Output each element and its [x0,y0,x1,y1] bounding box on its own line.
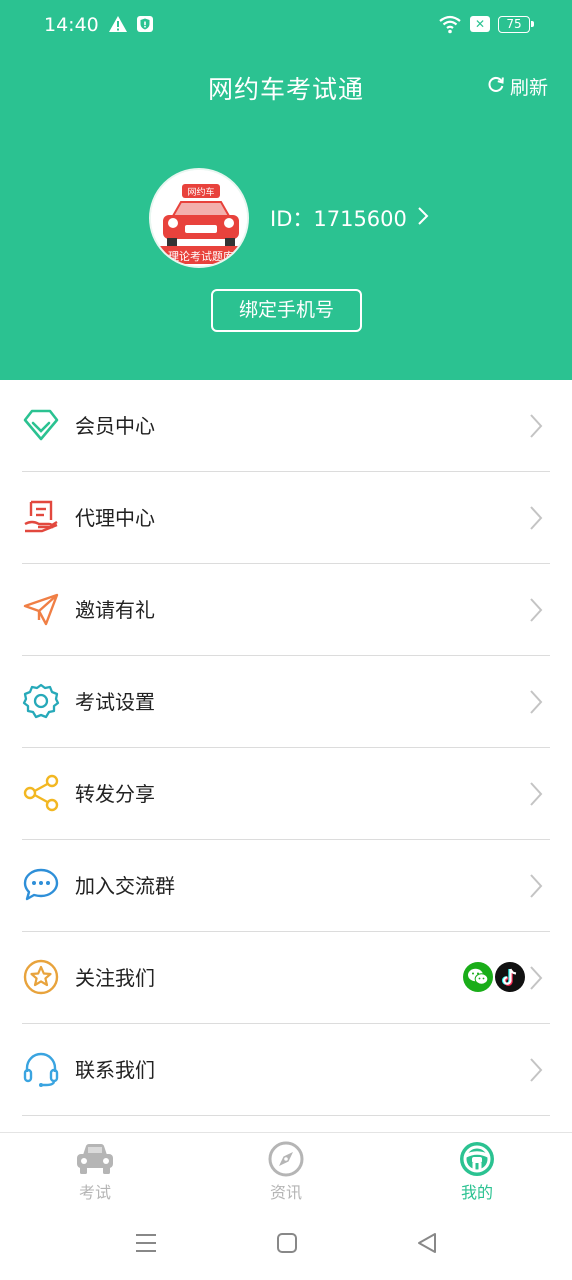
social-links [463,962,525,992]
agent-document-icon [22,498,60,536]
tab-news[interactable]: 资讯 [236,1141,336,1203]
menu-item-member-center[interactable]: 会员中心 [0,380,572,472]
car-icon [45,1141,145,1177]
status-time: 14:40 [44,14,99,36]
battery-level: 75 [506,17,522,31]
back-icon[interactable] [416,1232,438,1258]
system-nav-bar [0,1210,572,1280]
menu-item-label: 关注我们 [75,966,155,990]
sim-off-icon: ✕ [470,16,490,32]
menu-item-label: 会员中心 [75,414,155,438]
tiktok-icon[interactable] [495,962,525,992]
menu-item-agent-center[interactable]: 代理中心 [0,472,572,564]
chevron-right-icon [528,689,544,719]
menu-item-label: 转发分享 [75,782,155,806]
refresh-icon [486,74,506,99]
battery-icon: 75 [498,16,534,33]
avatar-badge-text: 网约车 [187,186,214,198]
avatar-banner-text: 理论考试题库 [168,249,234,263]
menu-item-join-group[interactable]: 加入交流群 [0,840,572,932]
menu-item-label: 考试设置 [75,690,155,714]
chevron-right-icon [528,413,544,443]
avatar[interactable]: 网约车 理论考试题库 [149,168,249,268]
menu-item-exam-settings[interactable]: 考试设置 [0,656,572,748]
menu-item-follow-us[interactable]: 关注我们 [0,932,572,1024]
compass-icon [236,1141,336,1177]
chevron-right-icon [528,505,544,535]
home-icon[interactable] [276,1232,298,1258]
chevron-right-icon [528,781,544,811]
menu-item-invite[interactable]: 邀请有礼 [0,564,572,656]
bottom-tab-bar: 考试 资讯 我的 [0,1132,572,1210]
tab-label: 考试 [78,1183,111,1202]
refresh-button[interactable]: 刷新 [486,72,548,100]
tab-label: 我的 [460,1183,493,1202]
menu-item-label: 加入交流群 [75,874,175,898]
menu-item-share[interactable]: 转发分享 [0,748,572,840]
chevron-right-icon [528,873,544,903]
headset-icon [22,1050,60,1088]
menu-item-contact-us[interactable]: 联系我们 [0,1024,572,1116]
share-icon [22,774,60,812]
chevron-right-icon [417,206,429,231]
warning-icon [108,15,128,37]
diamond-icon [22,406,60,444]
refresh-label: 刷新 [510,76,549,99]
gear-icon [22,682,60,720]
user-id-row[interactable]: ID：1715600 [270,202,429,234]
wifi-icon [438,14,462,38]
tab-exam[interactable]: 考试 [45,1141,145,1203]
bind-phone-button[interactable]: 绑定手机号 [211,289,362,332]
user-id: ID：1715600 [270,207,407,231]
profile-header: 14:40 ✕ 75 网约车考试通 刷新 网约车 理论考试题库 ID：17156… [0,0,572,380]
status-bar: 14:40 ✕ 75 [0,0,572,52]
shield-icon [136,15,154,37]
chevron-right-icon [528,965,544,995]
menu-item-label: 代理中心 [75,506,155,530]
chat-bubble-icon [22,866,60,904]
star-icon [22,958,60,996]
chevron-right-icon [528,597,544,627]
wechat-icon[interactable] [463,962,493,992]
paper-plane-icon [22,590,60,628]
menu-list: 会员中心 代理中心 邀请有礼 考试设置 转发分享 加入交流群 关注我们 联系我们 [0,380,572,1116]
tab-label: 资讯 [269,1183,302,1202]
menu-item-label: 邀请有礼 [75,598,155,622]
menu-icon[interactable] [134,1232,158,1258]
tab-mine[interactable]: 我的 [427,1141,527,1203]
steering-wheel-icon [427,1141,527,1177]
menu-item-label: 联系我们 [75,1058,155,1082]
chevron-right-icon [528,1057,544,1087]
